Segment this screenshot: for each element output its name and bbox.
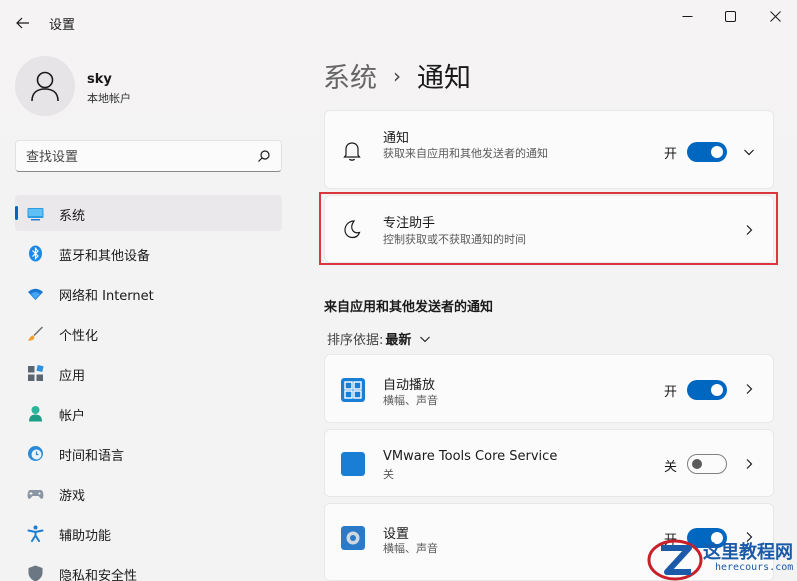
sidebar-item-label: 网络和 Internet <box>59 289 154 304</box>
chevron-down-icon[interactable] <box>743 146 755 158</box>
notifications-title: 通知 <box>383 131 410 146</box>
breadcrumb-separator: › <box>393 63 401 88</box>
close-icon <box>769 10 781 22</box>
sidebar-item-accounts[interactable]: 帐户 <box>15 395 282 431</box>
globe-clock-icon <box>28 446 43 461</box>
monitor-icon <box>27 208 44 221</box>
highlight-box <box>319 192 778 265</box>
back-arrow-icon <box>16 17 29 29</box>
minimize-button[interactable] <box>667 4 707 28</box>
sidebar-item-bluetooth[interactable]: 蓝牙和其他设备 <box>15 235 282 271</box>
settings-window: 设置 sky 本地帐户 系统 蓝牙和其他设备 <box>0 0 797 581</box>
notifications-toggle-label: 开 <box>664 147 678 162</box>
app-toggle[interactable] <box>687 380 727 400</box>
chevron-right-icon[interactable] <box>743 383 755 395</box>
sidebar-item-personalization[interactable]: 个性化 <box>15 315 282 351</box>
app-detail: 横幅、声音 <box>383 542 438 555</box>
section-title: 来自应用和其他发送者的通知 <box>324 300 494 315</box>
account-type: 本地帐户 <box>87 92 131 105</box>
sidebar-item-label: 时间和语言 <box>59 449 125 464</box>
sidebar-item-privacy[interactable]: 隐私和安全性 <box>15 555 282 581</box>
sidebar-item-gaming[interactable]: 游戏 <box>15 475 282 511</box>
profile-avatar[interactable] <box>15 56 75 116</box>
close-button[interactable] <box>755 4 795 28</box>
sidebar-item-accessibility[interactable]: 辅助功能 <box>15 515 282 551</box>
sidebar-item-system[interactable]: 系统 <box>15 195 282 231</box>
sidebar-item-label: 帐户 <box>59 409 86 424</box>
watermark: 这里教程网 herecours.com <box>645 536 797 581</box>
breadcrumb: 系统 › 通知 <box>323 56 471 95</box>
autoplay-icon <box>341 378 365 402</box>
chevron-right-icon[interactable] <box>743 458 755 470</box>
vmware-icon <box>341 452 365 476</box>
sidebar-item-label: 隐私和安全性 <box>59 569 138 581</box>
sidebar-item-label: 系统 <box>59 209 86 224</box>
sidebar-item-label: 游戏 <box>59 489 86 504</box>
app-name: VMware Tools Core Service <box>383 449 558 464</box>
title-bar: 设置 <box>0 0 797 44</box>
user-name: sky <box>87 72 112 87</box>
sort-dropdown[interactable]: 排序依据: 最新 <box>327 329 431 348</box>
watermark-logo-icon <box>647 539 703 581</box>
sidebar-item-apps[interactable]: 应用 <box>15 355 282 391</box>
avatar[interactable] <box>15 56 75 116</box>
sidebar-nav: 系统 蓝牙和其他设备 网络和 Internet 个性化 应用 帐户 时间和语言 <box>15 195 282 581</box>
shield-icon <box>28 565 43 581</box>
sidebar-item-label: 个性化 <box>59 329 99 344</box>
app-toggle-label: 开 <box>664 385 678 400</box>
search-box[interactable] <box>15 140 282 172</box>
notifications-toggle[interactable] <box>687 142 727 162</box>
app-notification-card[interactable]: VMware Tools Core Service 关 关 <box>324 429 774 497</box>
gamepad-icon <box>27 490 44 499</box>
watermark-url: herecours.com <box>715 562 794 573</box>
person-icon <box>29 406 42 422</box>
apps-icon <box>28 365 44 381</box>
brush-icon <box>28 326 43 341</box>
back-button[interactable] <box>10 11 36 35</box>
app-detail: 横幅、声音 <box>383 394 438 407</box>
app-detail: 关 <box>383 468 394 481</box>
bluetooth-icon <box>29 245 42 262</box>
app-notification-card[interactable]: 自动播放 横幅、声音 开 <box>324 354 774 423</box>
notifications-setting-card[interactable]: 通知 获取来自应用和其他发送者的通知 开 <box>324 110 774 189</box>
sidebar-item-label: 应用 <box>59 369 86 384</box>
search-input[interactable] <box>26 147 246 167</box>
sort-label: 排序依据: <box>327 333 384 348</box>
app-name: 设置 <box>383 527 410 542</box>
notifications-description: 获取来自应用和其他发送者的通知 <box>383 147 548 160</box>
sidebar-item-label: 蓝牙和其他设备 <box>59 249 151 264</box>
settings-gear-icon <box>341 526 365 550</box>
watermark-title: 这里教程网 <box>703 542 793 563</box>
user-icon <box>31 71 59 102</box>
app-toggle-label: 关 <box>664 460 678 475</box>
accessibility-icon <box>27 525 44 542</box>
maximize-button[interactable] <box>710 4 750 28</box>
app-name: 自动播放 <box>383 378 436 393</box>
chevron-down-icon <box>420 336 431 342</box>
sidebar-item-label: 辅助功能 <box>59 529 112 544</box>
minimize-icon <box>682 15 692 17</box>
active-indicator <box>15 206 18 220</box>
wifi-icon <box>28 288 43 300</box>
app-toggle[interactable] <box>687 454 727 474</box>
app-title: 设置 <box>49 18 76 33</box>
sort-value: 最新 <box>385 333 412 348</box>
page-title: 通知 <box>417 63 471 94</box>
maximize-icon <box>724 10 736 22</box>
search-icon[interactable] <box>257 149 271 163</box>
bell-icon <box>343 142 361 161</box>
sidebar-item-time-language[interactable]: 时间和语言 <box>15 435 282 471</box>
sidebar-item-network[interactable]: 网络和 Internet <box>15 275 282 311</box>
breadcrumb-parent[interactable]: 系统 <box>323 56 377 95</box>
